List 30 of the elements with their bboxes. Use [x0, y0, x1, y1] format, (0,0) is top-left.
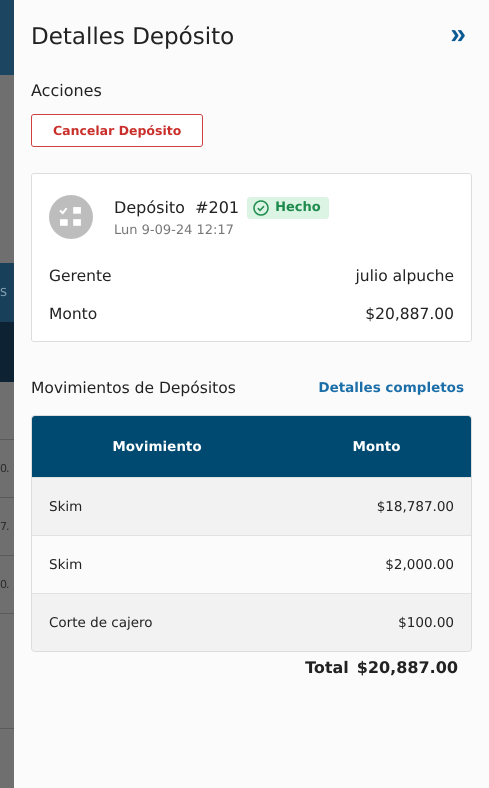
deposit-date: Lun 9-09-24 12:17 [114, 222, 235, 238]
panel-title: Detalles Depósito [31, 24, 234, 50]
collapse-button[interactable]: » [444, 20, 472, 54]
cell-fragment: 0. [0, 462, 8, 475]
check-circle-icon [253, 200, 270, 216]
checklist-icon [49, 195, 93, 239]
actions-label: Acciones [31, 81, 103, 100]
cancel-button[interactable]: Cancelar Depósito [31, 114, 204, 147]
table-cell: Skim [49, 556, 82, 572]
details-link[interactable]: Detalles completos [318, 380, 464, 396]
table-cell: Skim [49, 498, 82, 514]
column-header: Movimiento [111, 438, 203, 454]
field-value: julio alpuche [355, 267, 454, 285]
field-label: Gerente [49, 267, 112, 285]
deposit-name: Depósito #201 [114, 198, 240, 217]
table-cell: $100.00 [398, 614, 454, 630]
table-cell: $2,000.00 [385, 556, 454, 572]
field-value: $20,887.00 [365, 305, 454, 323]
cell-fragment: 0. [0, 578, 8, 591]
total-label: Total [305, 658, 349, 677]
column-header: Monto [351, 438, 402, 454]
cell-fragment: 7. [0, 520, 8, 533]
table-header-bar [0, 322, 14, 382]
table-cell: Corte de cajero [49, 614, 153, 630]
header-fragment: S [0, 286, 6, 299]
table-cell: $18,787.00 [376, 498, 454, 514]
status-text: Hecho [275, 200, 321, 215]
total-value: $20,887.00 [356, 658, 458, 677]
section-title: Movimientos de Depósitos [31, 379, 236, 397]
field-label: Monto [49, 305, 98, 323]
